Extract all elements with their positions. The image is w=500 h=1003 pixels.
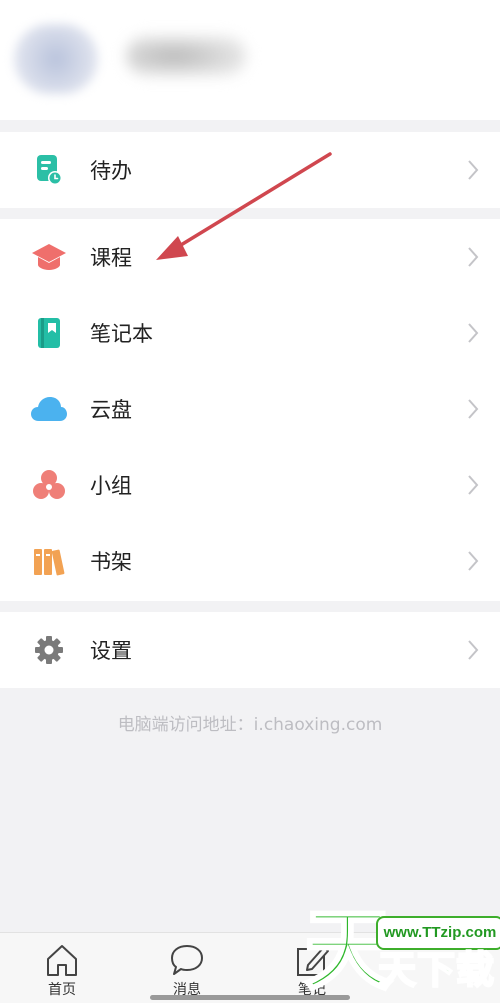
watermark-url: www.TTzip.com bbox=[376, 916, 500, 950]
annotation-arrow bbox=[156, 152, 332, 260]
home-icon bbox=[47, 945, 77, 976]
watermark-text: 天下载 bbox=[377, 947, 496, 993]
watermark-logo: 天 www.TTzip.com 天下载 bbox=[300, 904, 500, 1002]
message-bubble-icon bbox=[171, 945, 203, 975]
tab-home[interactable]: 首页 bbox=[17, 933, 107, 1003]
tab-messages[interactable]: 消息 bbox=[142, 933, 232, 1003]
tab-label-home: 首页 bbox=[48, 982, 76, 998]
